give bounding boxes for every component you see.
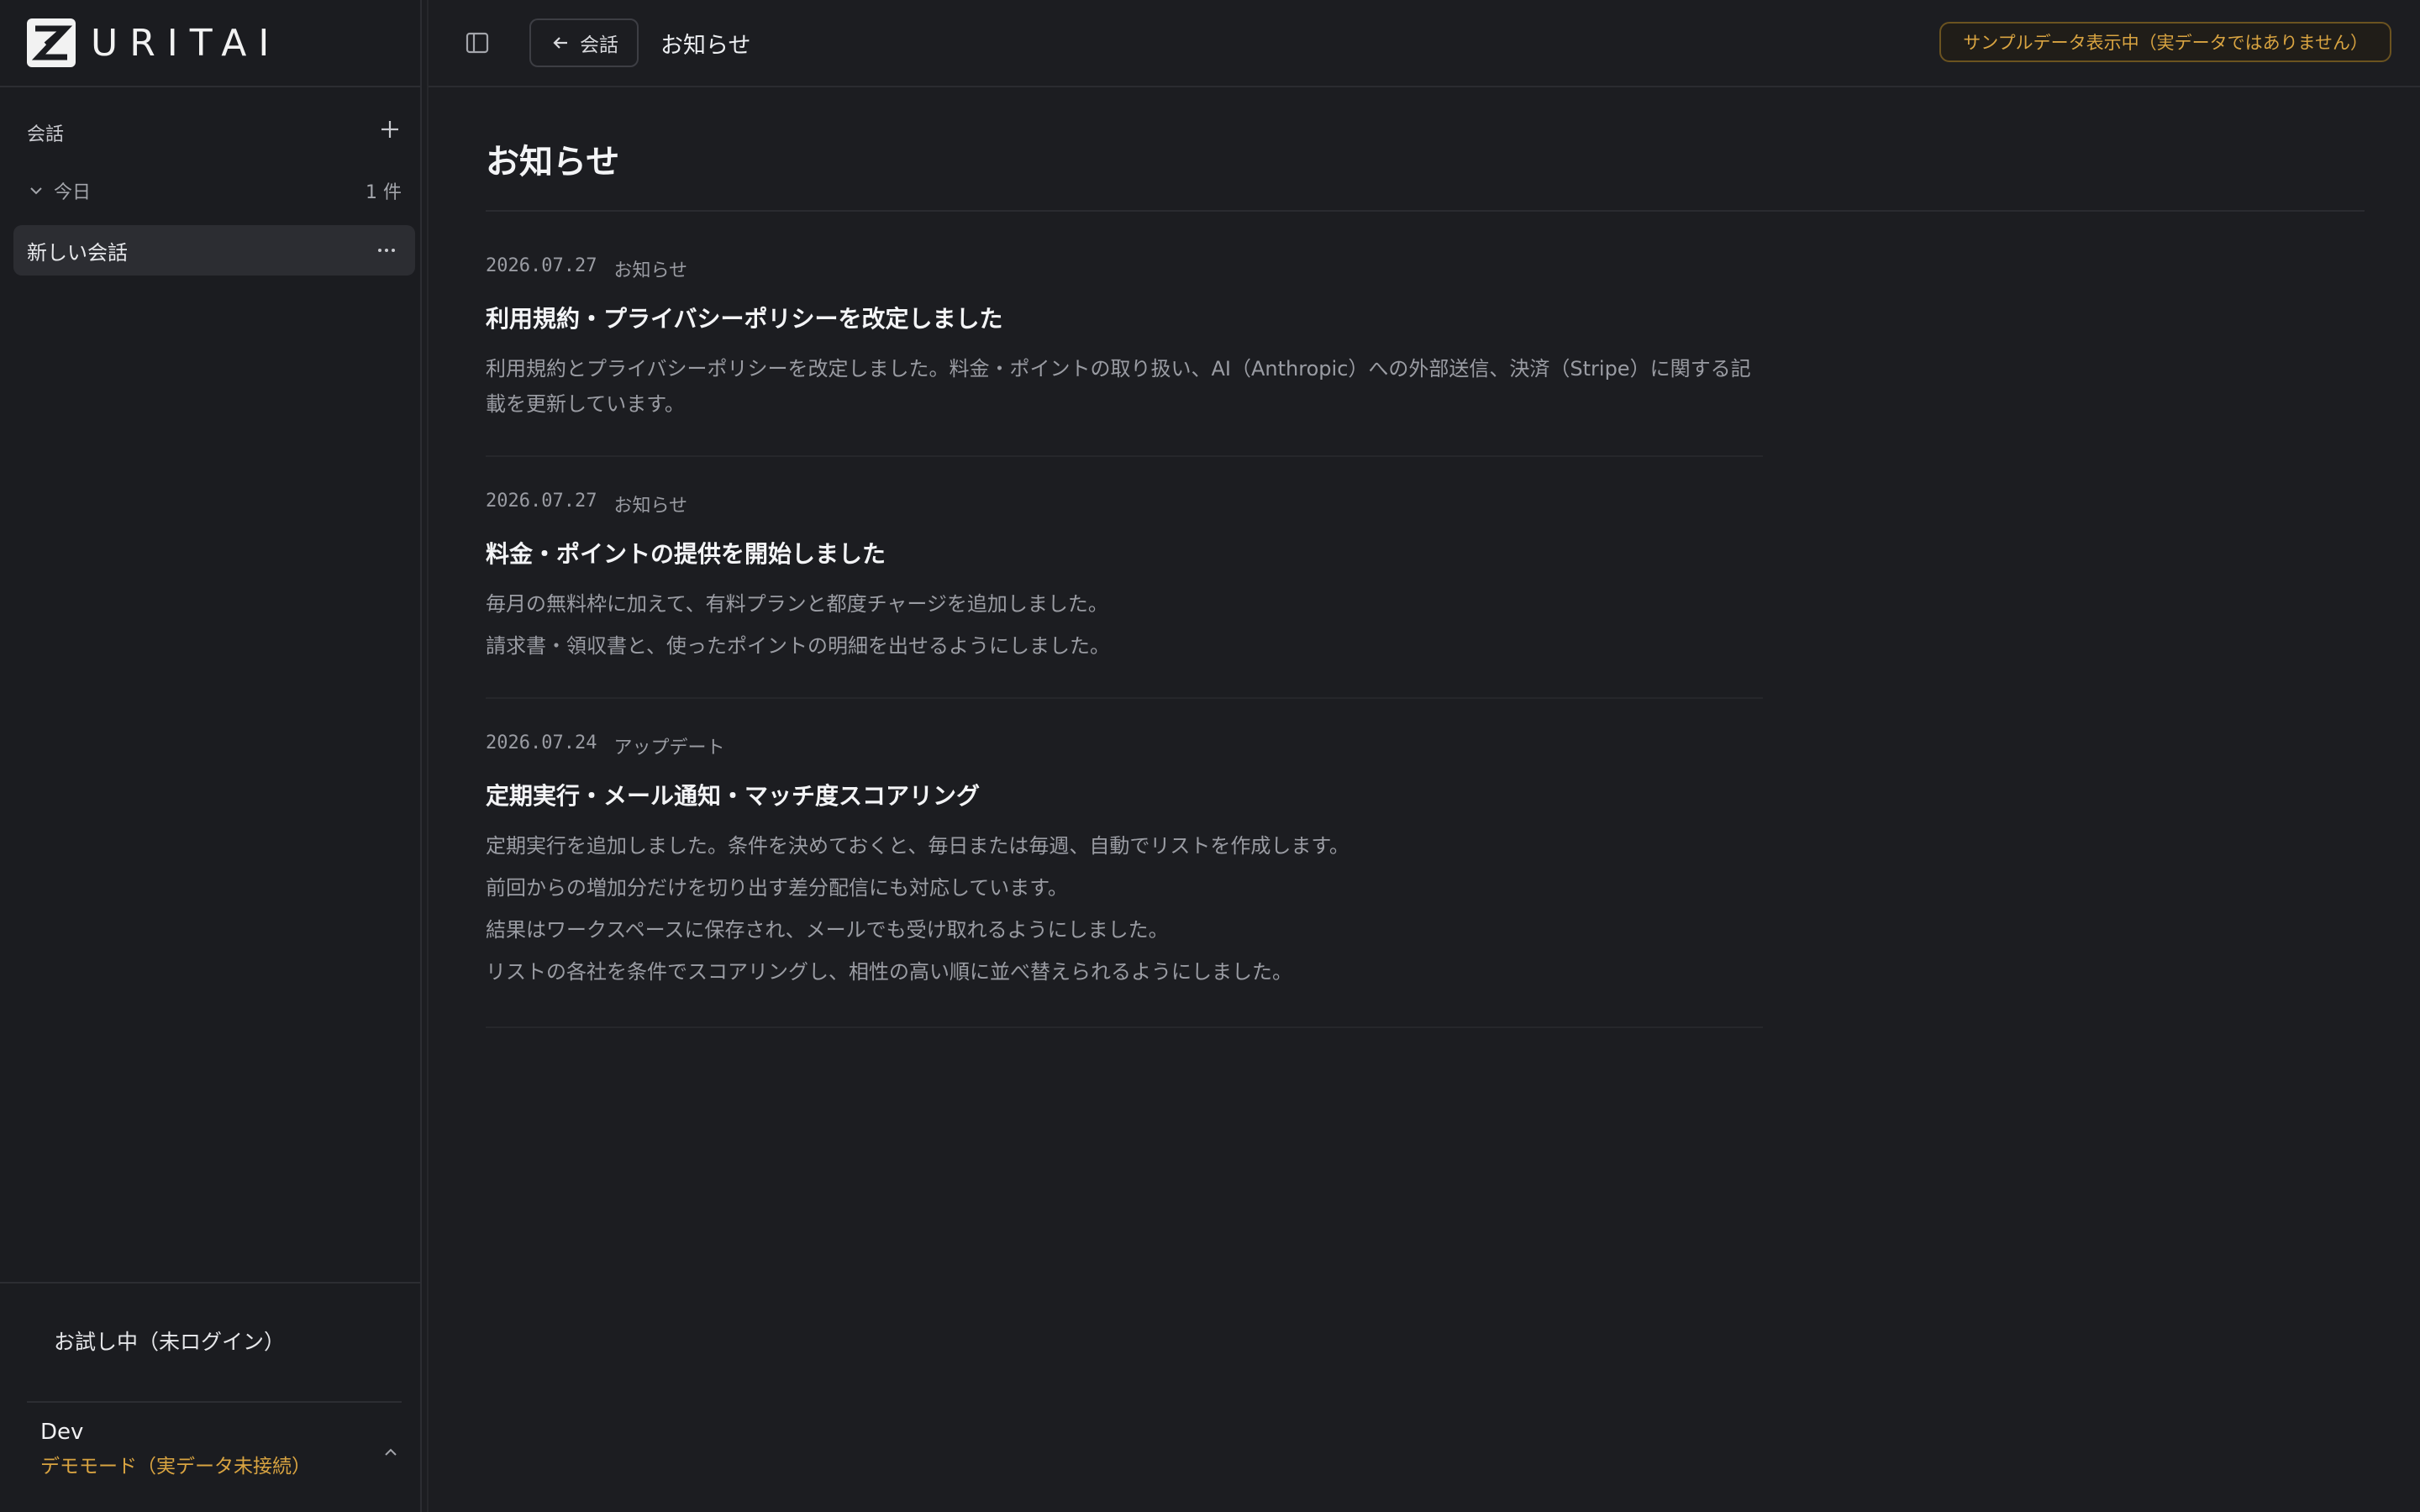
trial-status: お試し中（未ログイン） [54, 1330, 286, 1354]
news-date: 2026.07.24 [486, 732, 597, 753]
back-button-label: 会話 [580, 34, 618, 56]
user-name: Dev [40, 1420, 84, 1445]
news-paragraph: 利用規約とプライバシーポリシーを改定しました。料金・ポイントの取り扱い、AI（A… [486, 357, 1751, 416]
conversation-group-today[interactable]: 今日 1 件 [27, 178, 402, 203]
title-divider [486, 210, 2365, 212]
news-meta: 2026.07.24 アップデート [486, 732, 1763, 759]
conversation-label: 新しい会話 [27, 240, 128, 265]
group-count: 1 件 [366, 182, 402, 203]
news-paragraph: 毎月の無料枠に加えて、有料プランと都度チャージを追加しました。 [486, 592, 1108, 616]
logo-icon [27, 18, 76, 67]
news-category: アップデート [613, 738, 725, 759]
sidebar-footer-divider [0, 1282, 420, 1284]
sidebar-border-inner [427, 0, 429, 1512]
news-title: 料金・ポイントの提供を開始しました [486, 540, 886, 568]
sidebar-toggle-icon[interactable] [462, 29, 492, 57]
news-body: 定期実行を追加しました。条件を決めておくと、毎日または毎週、自動でリストを作成し… [486, 828, 1763, 990]
sidebar: URITAI 会話 今日 1 件 新しい会話 お試し中（未ログイン） Dev デ… [0, 0, 420, 1512]
news-item: 2026.07.27 お知らせ 利用規約・プライバシーポリシーを改定しました 利… [486, 255, 1763, 433]
topbar-divider [429, 86, 2420, 87]
news-body: 利用規約とプライバシーポリシーを改定しました。料金・ポイントの取り扱い、AI（A… [486, 351, 1763, 422]
news-category: お知らせ [613, 496, 688, 517]
news-paragraph: 定期実行を追加しました。条件を決めておくと、毎日または毎週、自動でリストを作成し… [486, 834, 1349, 858]
group-label: 今日 [54, 182, 92, 203]
news-title: 利用規約・プライバシーポリシーを改定しました [486, 305, 1003, 333]
arrow-left-icon [553, 37, 567, 49]
conversations-section-label: 会話 [27, 124, 65, 145]
news-divider [486, 455, 1763, 457]
breadcrumb: お知らせ [660, 33, 751, 59]
news-date: 2026.07.27 [486, 491, 597, 512]
user-divider [27, 1401, 402, 1403]
chevron-up-icon [385, 1448, 397, 1456]
sample-data-badge: サンプルデータ表示中（実データではありません） [1939, 22, 2391, 62]
back-to-conversations-button[interactable]: 会話 [529, 18, 639, 67]
user-mode: デモモード（実データ未接続） [40, 1456, 311, 1478]
chevron-down-icon [30, 187, 42, 195]
news-paragraph: 前回からの増加分だけを切り出す差分配信にも対応しています。 [486, 876, 1068, 900]
topbar: 会話 お知らせ サンプルデータ表示中（実データではありません） [429, 0, 2420, 86]
user-menu[interactable]: Dev デモモード（実データ未接続） [40, 1420, 402, 1487]
sidebar-border [420, 0, 422, 1512]
brand-name: URITAI [91, 21, 281, 65]
new-conversation-icon[interactable] [376, 116, 403, 143]
conversation-item[interactable]: 新しい会話 [13, 225, 415, 276]
news-item: 2026.07.24 アップデート 定期実行・メール通知・マッチ度スコアリング … [486, 732, 1763, 1001]
news-paragraph: リストの各社を条件でスコアリングし、相性の高い順に並べ替えられるようにしました。 [486, 960, 1292, 984]
news-item: 2026.07.27 お知らせ 料金・ポイントの提供を開始しました 毎月の無料枠… [486, 491, 1763, 675]
news-divider [486, 1026, 1763, 1028]
brand-logo[interactable]: URITAI [27, 18, 281, 67]
news-title: 定期実行・メール通知・マッチ度スコアリング [486, 782, 981, 810]
news-paragraph: 結果はワークスペースに保存され、メールでも受け取れるようにしました。 [486, 918, 1169, 942]
news-paragraph: 請求書・領収書と、使ったポイントの明細を出せるようにしました。 [486, 634, 1111, 658]
sidebar-divider [0, 86, 420, 87]
news-category: お知らせ [613, 260, 688, 281]
news-divider [486, 697, 1763, 699]
news-body: 毎月の無料枠に加えて、有料プランと都度チャージを追加しました。 請求書・領収書と… [486, 586, 1763, 664]
page-title: お知らせ [486, 143, 620, 181]
news-meta: 2026.07.27 お知らせ [486, 255, 1763, 282]
news-date: 2026.07.27 [486, 255, 597, 276]
more-options-icon[interactable] [375, 239, 398, 262]
news-meta: 2026.07.27 お知らせ [486, 491, 1763, 517]
